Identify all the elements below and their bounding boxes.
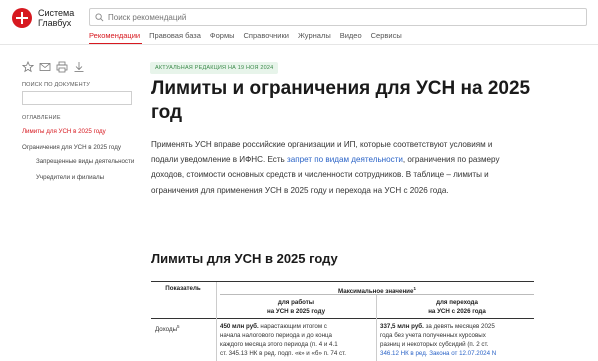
toc-item-founders-branches[interactable]: Учредители и филиалы	[36, 174, 104, 181]
income-work-line3-tail: (п. 4 и 4.1	[308, 341, 338, 348]
toc-label: ОГЛАВЛЕНИЕ	[22, 115, 61, 121]
table-col-divider-2	[376, 295, 377, 361]
table-header-bottom	[151, 318, 534, 319]
table-header-max-sup: 1	[413, 286, 416, 291]
sidebar: ПОИСК ПО ДОКУМЕНТУ ОГЛАВЛЕНИЕ Лимиты для…	[0, 45, 140, 361]
subheader-work-line1: для работы	[277, 299, 315, 306]
intro-paragraph: Применять УСН вправе российские организа…	[151, 137, 511, 198]
logo-line-2: Главбух	[38, 18, 72, 28]
income-label-sup: 5	[177, 324, 180, 329]
income-label-text: Доходы	[155, 326, 178, 334]
table-col-divider-1	[216, 282, 217, 361]
main-nav: Рекомендации Правовая база Формы Справоч…	[89, 31, 411, 40]
nav-video[interactable]: Видео	[340, 31, 362, 40]
search-input[interactable]	[108, 12, 568, 22]
table-header-indicator: Показатель	[165, 285, 201, 292]
table-cell-income-work: 450 млн руб. нарастающим итогом с начала…	[220, 322, 374, 358]
nav-references[interactable]: Справочники	[244, 31, 289, 40]
nav-services[interactable]: Сервисы	[371, 31, 402, 40]
mail-icon[interactable]	[39, 61, 51, 73]
table-cell-income-switch: 337,5 млн руб. за девять месяцев 2025 го…	[380, 322, 536, 358]
print-icon[interactable]	[56, 61, 68, 73]
section-title: Лимиты для УСН в 2025 году	[151, 251, 338, 266]
income-switch-line1: за девять месяцев 2025	[423, 323, 495, 330]
document-tools	[22, 61, 90, 73]
income-switch-line3: разниц и некоторых субсидий	[380, 341, 466, 348]
table-subheader-work: для работы на УСН в 2025 году	[220, 298, 372, 316]
income-work-line1: нарастающим итогом с	[258, 323, 327, 330]
income-switch-amount: 337,5 млн руб.	[380, 323, 424, 330]
income-work-line3: каждого месяца этого периода	[220, 341, 309, 348]
table-row-income-label: Доходы5	[155, 322, 180, 334]
nav-recommendations[interactable]: Рекомендации	[89, 31, 140, 40]
page-title: Лимиты и ограничения для УСН на 2025 год	[151, 78, 531, 123]
logo-cross-icon	[12, 8, 32, 28]
table-header-divider	[220, 294, 534, 295]
income-work-line4: ст. 345.13 НК в ред. подп. «к» и «б» п. …	[220, 350, 346, 357]
search-in-document-label: ПОИСК ПО ДОКУМЕНТУ	[22, 82, 91, 88]
edition-badge: АКТУАЛЬНАЯ РЕДАКЦИЯ НА 19 НОЯ 2024	[150, 62, 279, 74]
document-search-input[interactable]	[22, 91, 132, 105]
income-work-line2: начала налогового периода и до конца	[220, 332, 332, 339]
activity-ban-link[interactable]: запрет по видам деятельности	[287, 155, 403, 164]
toc-item-forbidden-activities[interactable]: Запрещенные виды деятельности	[36, 158, 134, 165]
income-switch-law-link[interactable]: 346.12 НК в ред. Закона от 12.07.2024 N	[380, 349, 536, 358]
income-work-amount: 450 млн руб.	[220, 323, 259, 330]
table-subheader-switch: для перехода на УСН с 2026 года	[380, 298, 534, 316]
logo-line-1: Система	[38, 8, 75, 18]
nav-forms[interactable]: Формы	[210, 31, 235, 40]
subheader-switch-line2: на УСН с 2026 года	[428, 308, 486, 315]
logo[interactable]: Система Главбух	[12, 8, 74, 28]
table-top-border	[151, 281, 534, 282]
toc-item-restrictions[interactable]: Ограничения для УСН в 2025 году	[22, 144, 121, 151]
nav-journals[interactable]: Журналы	[298, 31, 331, 40]
income-switch-line2: года без учета полученных курсовых	[380, 332, 486, 339]
star-icon[interactable]	[22, 61, 34, 73]
subheader-switch-line1: для перехода	[436, 299, 478, 306]
top-header: Система Главбух Рекомендации Правовая ба…	[0, 0, 598, 45]
logo-text: Система Главбух	[38, 8, 74, 28]
search-box[interactable]	[89, 8, 587, 26]
income-switch-line3-tail: (п. 2 ст.	[465, 341, 489, 348]
download-icon[interactable]	[73, 61, 85, 73]
search-icon	[95, 12, 104, 21]
nav-legal-base[interactable]: Правовая база	[149, 31, 201, 40]
toc-item-limits[interactable]: Лимиты для УСН в 2025 году	[22, 128, 106, 135]
subheader-work-line2: на УСН в 2025 году	[266, 308, 326, 315]
